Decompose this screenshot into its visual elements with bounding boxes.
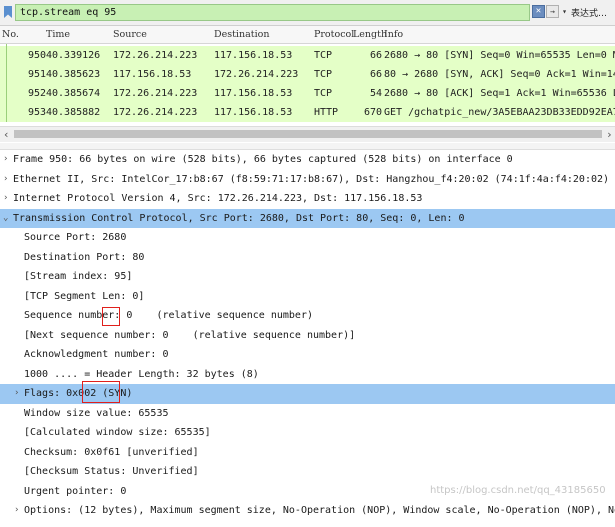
packet-length: 54	[370, 88, 383, 99]
tree-item-segment-len[interactable]: [TCP Segment Len: 0]	[0, 287, 615, 307]
packet-protocol: TCP	[314, 88, 333, 99]
packet-row[interactable]: 952 40.385674 172.26.214.223 117.156.18.…	[0, 84, 615, 103]
tree-item-options[interactable]: › Options: (12 bytes), Maximum segment s…	[0, 501, 615, 521]
tree-item-checksum[interactable]: Checksum: 0x0f61 [unverified]	[0, 443, 615, 463]
expression-button[interactable]: 表达式…	[571, 6, 607, 19]
tree-item-label: Internet Protocol Version 4, Src: 172.26…	[13, 193, 423, 204]
tree-item-label: [Stream index: 95]	[24, 271, 133, 282]
tree-item-dst-port[interactable]: Destination Port: 80	[0, 248, 615, 268]
packet-row[interactable]: 953 40.385882 172.26.214.223 117.156.18.…	[0, 103, 615, 122]
packet-no: 952	[28, 88, 47, 99]
packet-length: 66	[370, 69, 383, 80]
tree-item-sequence-number[interactable]: Sequence number: 0 (relative sequence nu…	[0, 306, 615, 326]
packet-info: 2680 → 80 [SYN] Seq=0 Win=65535 Len=0 MS…	[384, 50, 615, 61]
tree-item-label: Sequence number: 0 (relative sequence nu…	[24, 310, 313, 321]
tree-item-ethernet[interactable]: › Ethernet II, Src: IntelCor_17:b8:67 (f…	[0, 170, 615, 190]
packet-no: 953	[28, 107, 47, 118]
collapse-arrow-icon[interactable]: ⌄	[3, 209, 8, 229]
expand-arrow-icon[interactable]: ›	[14, 384, 19, 404]
tree-item-ack-number[interactable]: Acknowledgment number: 0	[0, 345, 615, 365]
tree-item-next-sequence[interactable]: [Next sequence number: 0 (relative seque…	[0, 326, 615, 346]
tree-item-label: [Calculated window size: 65535]	[24, 427, 211, 438]
tree-item-calculated-window[interactable]: [Calculated window size: 65535]	[0, 423, 615, 443]
packet-list-hscrollbar[interactable]: ‹ ›	[0, 126, 615, 142]
filter-history-dropdown[interactable]: ▾	[560, 5, 569, 18]
tree-item-label: Urgent pointer: 0	[24, 485, 127, 497]
tree-item-label: Window size value: 65535	[24, 407, 169, 419]
packet-no: 951	[28, 69, 47, 80]
watermark: https://blog.csdn.net/qq_43185650	[430, 485, 606, 496]
display-filter-bar: ✕ → ▾ 表达式…	[0, 0, 615, 26]
packet-protocol: TCP	[314, 50, 333, 61]
expand-arrow-icon[interactable]: ›	[3, 189, 8, 209]
expand-arrow-icon[interactable]: ›	[3, 150, 8, 170]
packet-list: No. Time Source Destination Protocol Len…	[0, 26, 615, 142]
packet-row[interactable]: 951 40.385623 117.156.18.53 172.26.214.2…	[0, 65, 615, 84]
packet-protocol: HTTP	[314, 107, 339, 118]
tree-item-header-length[interactable]: 1000 .... = Header Length: 32 bytes (8)	[0, 365, 615, 385]
scroll-left-icon[interactable]: ‹	[3, 128, 10, 141]
clear-filter-button[interactable]: ✕	[532, 5, 545, 18]
tree-item-label: Checksum: 0x0f61 [unverified]	[24, 446, 199, 458]
packet-time: 40.385882	[46, 107, 101, 118]
tree-item-label: Source Port: 2680	[24, 232, 127, 243]
packet-source: 172.26.214.223	[113, 107, 198, 118]
tree-item-label: Options: (12 bytes), Maximum segment siz…	[24, 505, 615, 516]
tree-item-src-port[interactable]: Source Port: 2680	[0, 228, 615, 248]
expand-arrow-icon[interactable]: ›	[14, 501, 19, 521]
column-header-destination[interactable]: Destination	[214, 29, 269, 40]
tree-item-label: Frame 950: 66 bytes on wire (528 bits), …	[13, 154, 513, 165]
packet-source: 172.26.214.223	[113, 88, 198, 99]
packet-info: 2680 → 80 [ACK] Seq=1 Ack=1 Win=65536 Le…	[384, 88, 615, 99]
packet-destination: 117.156.18.53	[214, 50, 293, 61]
tree-item-label: 1000 .... = Header Length: 32 bytes (8)	[24, 368, 259, 380]
column-header-no[interactable]: No.	[2, 29, 19, 40]
apply-filter-button[interactable]: →	[546, 5, 559, 18]
conversation-bracket	[6, 44, 7, 122]
packet-length: 66	[370, 50, 383, 61]
tree-item-label: Transmission Control Protocol, Src Port:…	[13, 212, 465, 224]
pane-splitter[interactable]	[0, 143, 615, 150]
tree-item-label: Destination Port: 80	[24, 251, 145, 263]
packet-length: 670	[364, 107, 383, 118]
column-header-time[interactable]: Time	[46, 29, 70, 40]
tree-item-label: Ethernet II, Src: IntelCor_17:b8:67 (f8:…	[13, 173, 610, 185]
packet-info: GET /gchatpic_new/3A5EBAA23DB33EDD92EA74…	[384, 107, 615, 118]
packet-source: 117.156.18.53	[113, 69, 192, 80]
column-header-length[interactable]: Length	[353, 29, 387, 40]
packet-destination: 117.156.18.53	[214, 88, 293, 99]
tree-item-checksum-status[interactable]: [Checksum Status: Unverified]	[0, 462, 615, 482]
column-header-source[interactable]: Source	[113, 29, 147, 40]
scroll-right-icon[interactable]: ›	[606, 128, 613, 141]
column-header-info[interactable]: Info	[384, 29, 403, 40]
packet-time: 40.385623	[46, 69, 101, 80]
packet-destination: 117.156.18.53	[214, 107, 293, 118]
tree-item-label: Acknowledgment number: 0	[24, 349, 169, 360]
tree-item-label: [Next sequence number: 0 (relative seque…	[24, 329, 356, 341]
tree-item-label: Flags: 0x002 (SYN)	[24, 388, 133, 399]
packet-protocol: TCP	[314, 69, 333, 80]
expand-arrow-icon[interactable]: ›	[3, 170, 8, 190]
packet-details-tree: › Frame 950: 66 bytes on wire (528 bits)…	[0, 150, 615, 527]
packet-row[interactable]: 950 40.339126 172.26.214.223 117.156.18.…	[0, 46, 615, 65]
packet-info: 80 → 2680 [SYN, ACK] Seq=0 Ack=1 Win=146…	[384, 69, 615, 80]
tree-item-frame[interactable]: › Frame 950: 66 bytes on wire (528 bits)…	[0, 150, 615, 170]
tree-item-tcp[interactable]: ⌄ Transmission Control Protocol, Src Por…	[0, 208, 615, 229]
column-header-protocol[interactable]: Protocol	[314, 29, 354, 40]
packet-time: 40.385674	[46, 88, 101, 99]
packet-source: 172.26.214.223	[113, 50, 198, 61]
tree-item-stream-index[interactable]: [Stream index: 95]	[0, 267, 615, 287]
packet-no: 950	[28, 50, 47, 61]
packet-list-header: No. Time Source Destination Protocol Len…	[0, 26, 615, 44]
tree-item-label: [Checksum Status: Unverified]	[24, 466, 199, 477]
packet-destination: 172.26.214.223	[214, 69, 299, 80]
packet-time: 40.339126	[46, 50, 101, 61]
scrollbar-thumb[interactable]	[14, 130, 602, 138]
tree-item-ip[interactable]: › Internet Protocol Version 4, Src: 172.…	[0, 189, 615, 209]
bookmark-icon[interactable]	[3, 6, 13, 18]
display-filter-input[interactable]	[15, 4, 530, 21]
tree-item-label: [TCP Segment Len: 0]	[24, 290, 145, 302]
tree-item-window-size[interactable]: Window size value: 65535	[0, 404, 615, 424]
tree-item-flags[interactable]: › Flags: 0x002 (SYN)	[0, 384, 615, 404]
